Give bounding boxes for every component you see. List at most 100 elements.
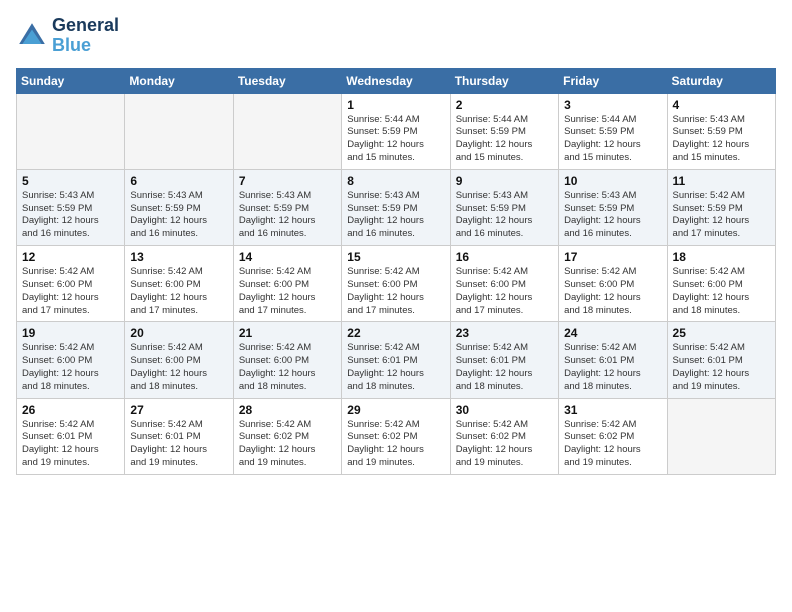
day-number: 10 bbox=[564, 174, 661, 188]
day-info: Sunrise: 5:42 AM Sunset: 6:00 PM Dayligh… bbox=[22, 342, 119, 393]
day-info: Sunrise: 5:42 AM Sunset: 6:01 PM Dayligh… bbox=[456, 342, 553, 393]
day-info: Sunrise: 5:43 AM Sunset: 5:59 PM Dayligh… bbox=[347, 190, 444, 241]
calendar-cell: 2Sunrise: 5:44 AM Sunset: 5:59 PM Daylig… bbox=[450, 93, 558, 169]
calendar-cell: 24 Sunrise: 5:42 AM Sunset: 6:01 PM Dayli… bbox=[559, 322, 667, 398]
day-number: 7 bbox=[239, 174, 336, 188]
day-info: Sunrise: 5:42 AM Sunset: 6:01 PM Dayligh… bbox=[673, 342, 770, 393]
day-number: 25 bbox=[673, 326, 770, 340]
day-info: Sunrise: 5:42 AM Sunset: 6:01 PM Dayligh… bbox=[22, 419, 119, 470]
weekday-header-friday: Friday bbox=[559, 68, 667, 93]
day-number: 13 bbox=[130, 250, 227, 264]
weekday-header-wednesday: Wednesday bbox=[342, 68, 450, 93]
day-number: 23 bbox=[456, 326, 553, 340]
day-info: Sunrise: 5:42 AM Sunset: 6:00 PM Dayligh… bbox=[673, 266, 770, 317]
day-info: Sunrise: 5:42 AM Sunset: 6:00 PM Dayligh… bbox=[239, 266, 336, 317]
calendar-cell: 28 Sunrise: 5:42 AM Sunset: 6:02 PM Dayli… bbox=[233, 398, 341, 474]
day-number: 11 bbox=[673, 174, 770, 188]
day-number: 6 bbox=[130, 174, 227, 188]
day-info: Sunrise: 5:42 AM Sunset: 6:00 PM Dayligh… bbox=[239, 342, 336, 393]
calendar-table: SundayMondayTuesdayWednesdayThursdayFrid… bbox=[16, 68, 776, 475]
calendar-cell: 14 Sunrise: 5:42 AM Sunset: 6:00 PM Dayli… bbox=[233, 246, 341, 322]
logo: GeneralBlue bbox=[16, 16, 119, 56]
day-info: Sunrise: 5:43 AM Sunset: 5:59 PM Dayligh… bbox=[673, 114, 770, 165]
day-info: Sunrise: 5:42 AM Sunset: 6:00 PM Dayligh… bbox=[130, 266, 227, 317]
day-number: 24 bbox=[564, 326, 661, 340]
day-number: 16 bbox=[456, 250, 553, 264]
day-number: 1 bbox=[347, 98, 444, 112]
calendar-cell: 15Sunrise: 5:42 AM Sunset: 6:00 PM Dayli… bbox=[342, 246, 450, 322]
calendar-cell: 4 Sunrise: 5:43 AM Sunset: 5:59 PM Daylig… bbox=[667, 93, 775, 169]
calendar-cell: 12 Sunrise: 5:42 AM Sunset: 6:00 PM Dayli… bbox=[17, 246, 125, 322]
day-number: 14 bbox=[239, 250, 336, 264]
day-number: 28 bbox=[239, 403, 336, 417]
calendar-cell: 10 Sunrise: 5:43 AM Sunset: 5:59 PM Dayli… bbox=[559, 169, 667, 245]
day-number: 4 bbox=[673, 98, 770, 112]
day-number: 3 bbox=[564, 98, 661, 112]
day-number: 20 bbox=[130, 326, 227, 340]
day-number: 17 bbox=[564, 250, 661, 264]
calendar-cell: 22Sunrise: 5:42 AM Sunset: 6:01 PM Dayli… bbox=[342, 322, 450, 398]
weekday-header-tuesday: Tuesday bbox=[233, 68, 341, 93]
day-number: 31 bbox=[564, 403, 661, 417]
day-info: Sunrise: 5:44 AM Sunset: 5:59 PM Dayligh… bbox=[456, 114, 553, 165]
calendar-cell: 20 Sunrise: 5:42 AM Sunset: 6:00 PM Dayli… bbox=[125, 322, 233, 398]
weekday-header-thursday: Thursday bbox=[450, 68, 558, 93]
day-info: Sunrise: 5:42 AM Sunset: 6:02 PM Dayligh… bbox=[564, 419, 661, 470]
day-info: Sunrise: 5:42 AM Sunset: 6:00 PM Dayligh… bbox=[22, 266, 119, 317]
day-number: 12 bbox=[22, 250, 119, 264]
calendar-cell: 6 Sunrise: 5:43 AM Sunset: 5:59 PM Daylig… bbox=[125, 169, 233, 245]
day-info: Sunrise: 5:43 AM Sunset: 5:59 PM Dayligh… bbox=[130, 190, 227, 241]
calendar-cell: 26 Sunrise: 5:42 AM Sunset: 6:01 PM Dayli… bbox=[17, 398, 125, 474]
day-info: Sunrise: 5:42 AM Sunset: 6:02 PM Dayligh… bbox=[239, 419, 336, 470]
calendar-cell: 11 Sunrise: 5:42 AM Sunset: 5:59 PM Dayli… bbox=[667, 169, 775, 245]
day-number: 19 bbox=[22, 326, 119, 340]
calendar-cell: 1 Sunrise: 5:44 AM Sunset: 5:59 PM Daylig… bbox=[342, 93, 450, 169]
weekday-header-saturday: Saturday bbox=[667, 68, 775, 93]
day-number: 27 bbox=[130, 403, 227, 417]
day-number: 15 bbox=[347, 250, 444, 264]
day-info: Sunrise: 5:43 AM Sunset: 5:59 PM Dayligh… bbox=[239, 190, 336, 241]
day-number: 21 bbox=[239, 326, 336, 340]
page-header: GeneralBlue bbox=[16, 16, 776, 56]
weekday-header-sunday: Sunday bbox=[17, 68, 125, 93]
day-number: 8 bbox=[347, 174, 444, 188]
calendar-cell bbox=[233, 93, 341, 169]
calendar-cell: 5 Sunrise: 5:43 AM Sunset: 5:59 PM Daylig… bbox=[17, 169, 125, 245]
day-number: 26 bbox=[22, 403, 119, 417]
calendar-cell: 17 Sunrise: 5:42 AM Sunset: 6:00 PM Dayli… bbox=[559, 246, 667, 322]
day-info: Sunrise: 5:42 AM Sunset: 6:01 PM Dayligh… bbox=[130, 419, 227, 470]
day-number: 29 bbox=[347, 403, 444, 417]
day-info: Sunrise: 5:42 AM Sunset: 6:00 PM Dayligh… bbox=[130, 342, 227, 393]
day-info: Sunrise: 5:44 AM Sunset: 5:59 PM Dayligh… bbox=[564, 114, 661, 165]
calendar-cell: 18 Sunrise: 5:42 AM Sunset: 6:00 PM Dayli… bbox=[667, 246, 775, 322]
logo-icon bbox=[16, 20, 48, 52]
day-number: 9 bbox=[456, 174, 553, 188]
day-number: 5 bbox=[22, 174, 119, 188]
calendar-cell bbox=[125, 93, 233, 169]
logo-text: GeneralBlue bbox=[52, 16, 119, 56]
calendar-cell bbox=[17, 93, 125, 169]
day-info: Sunrise: 5:42 AM Sunset: 6:01 PM Dayligh… bbox=[564, 342, 661, 393]
calendar-cell: 16Sunrise: 5:42 AM Sunset: 6:00 PM Dayli… bbox=[450, 246, 558, 322]
day-info: Sunrise: 5:43 AM Sunset: 5:59 PM Dayligh… bbox=[564, 190, 661, 241]
day-info: Sunrise: 5:42 AM Sunset: 6:02 PM Dayligh… bbox=[456, 419, 553, 470]
calendar-cell: 13 Sunrise: 5:42 AM Sunset: 6:00 PM Dayli… bbox=[125, 246, 233, 322]
day-number: 30 bbox=[456, 403, 553, 417]
calendar-cell: 9 Sunrise: 5:43 AM Sunset: 5:59 PM Daylig… bbox=[450, 169, 558, 245]
calendar-cell: 23 Sunrise: 5:42 AM Sunset: 6:01 PM Dayli… bbox=[450, 322, 558, 398]
day-info: Sunrise: 5:44 AM Sunset: 5:59 PM Dayligh… bbox=[347, 114, 444, 165]
calendar-cell: 27 Sunrise: 5:42 AM Sunset: 6:01 PM Dayli… bbox=[125, 398, 233, 474]
weekday-header-monday: Monday bbox=[125, 68, 233, 93]
day-number: 22 bbox=[347, 326, 444, 340]
calendar-cell: 25 Sunrise: 5:42 AM Sunset: 6:01 PM Dayli… bbox=[667, 322, 775, 398]
day-info: Sunrise: 5:42 AM Sunset: 5:59 PM Dayligh… bbox=[673, 190, 770, 241]
calendar-cell bbox=[667, 398, 775, 474]
calendar-cell: 29Sunrise: 5:42 AM Sunset: 6:02 PM Dayli… bbox=[342, 398, 450, 474]
calendar-cell: 7 Sunrise: 5:43 AM Sunset: 5:59 PM Daylig… bbox=[233, 169, 341, 245]
calendar-cell: 30 Sunrise: 5:42 AM Sunset: 6:02 PM Dayli… bbox=[450, 398, 558, 474]
day-number: 18 bbox=[673, 250, 770, 264]
day-info: Sunrise: 5:43 AM Sunset: 5:59 PM Dayligh… bbox=[22, 190, 119, 241]
day-info: Sunrise: 5:42 AM Sunset: 6:00 PM Dayligh… bbox=[564, 266, 661, 317]
calendar-cell: 8 Sunrise: 5:43 AM Sunset: 5:59 PM Daylig… bbox=[342, 169, 450, 245]
day-info: Sunrise: 5:43 AM Sunset: 5:59 PM Dayligh… bbox=[456, 190, 553, 241]
